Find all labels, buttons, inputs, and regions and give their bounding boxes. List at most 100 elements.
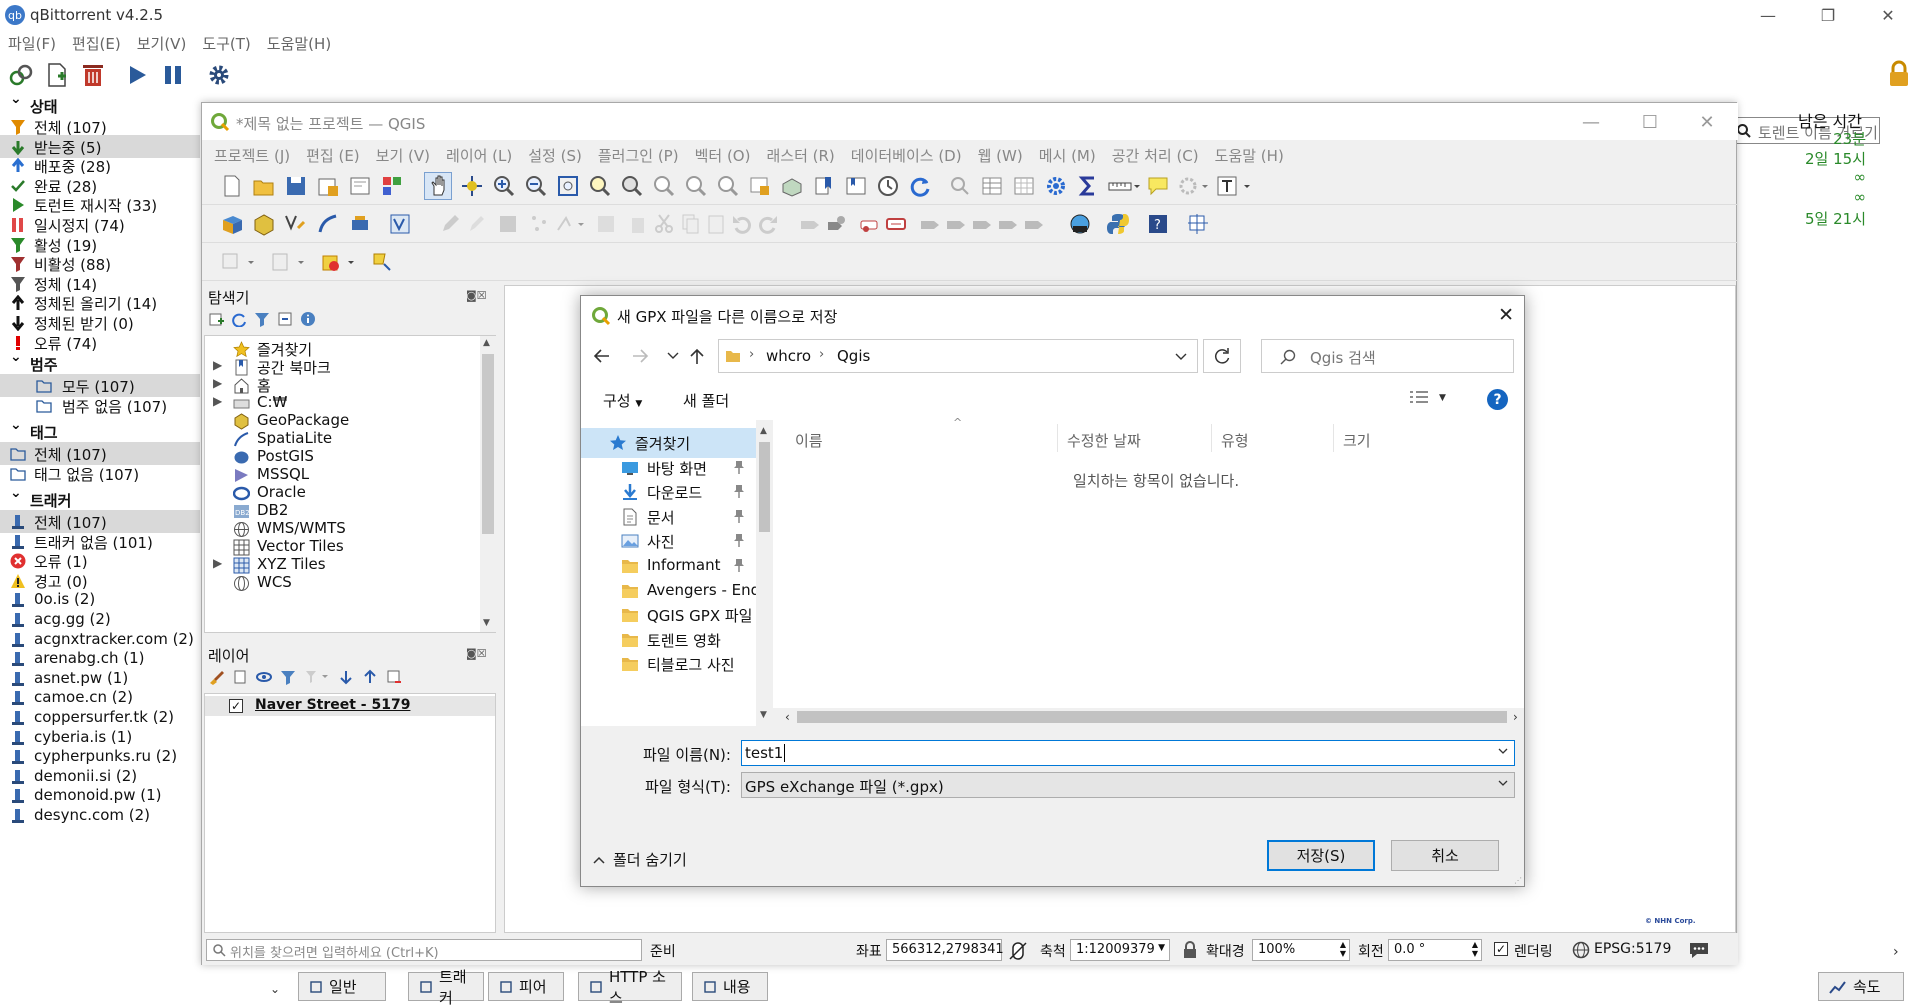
refresh-icon[interactable] [908,174,932,198]
bottom-tab-http[interactable]: HTTP 소스 [578,968,682,1007]
settings-gear-icon[interactable] [206,62,232,88]
collapse-all-icon[interactable] [277,311,293,327]
deselect-features-icon[interactable] [320,250,354,274]
qgis-menu-item[interactable]: 벡터 (O) [687,143,759,167]
layers-panel-float-close[interactable]: ◙☒ [466,647,487,660]
coordinate-field[interactable]: 566312,2798341 [886,939,1004,961]
coordinate-toggle-mouse-icon[interactable] [1008,941,1028,961]
scroll-right-arrow[interactable]: › [1893,944,1899,960]
nav-item[interactable]: 티블로그 사진 [581,649,756,679]
tag-item[interactable]: 태그 없음 (107) [0,462,200,485]
pin-labels-icon[interactable] [918,212,942,236]
qgis-minimize-button[interactable]: — [1566,107,1616,137]
address-dropdown-chevron-icon[interactable] [1175,352,1187,362]
vertex-tool-icon[interactable] [554,212,584,236]
resume-icon[interactable] [124,62,150,88]
zoom-native-icon[interactable] [652,174,676,198]
zoom-next-icon[interactable] [716,174,740,198]
pan-map-icon[interactable] [424,172,452,200]
copy-features-icon[interactable] [678,212,702,236]
highlight-pinned-labels-icon[interactable] [884,212,908,236]
help-icon[interactable]: ? [1487,389,1508,410]
resize-grip[interactable]: ⋰ [1514,876,1522,885]
temporal-controller-icon[interactable] [876,174,900,198]
bottom-tab-peer[interactable]: 피어 [488,972,564,1001]
qgis-menu-item[interactable]: 편집 (E) [298,143,368,167]
organize-menu[interactable]: 구성 ▼ [603,390,642,411]
spatial-bookmark-icon[interactable] [812,174,836,198]
hide-folders-toggle[interactable]: 폴더 숨기기 [593,849,687,870]
lock-scale-icon[interactable] [1182,941,1198,959]
qgis-close-button[interactable]: ✕ [1682,107,1732,137]
up-arrow-icon[interactable] [689,347,705,365]
open-project-icon[interactable] [252,174,276,198]
statistics-sigma-icon[interactable] [1076,174,1100,198]
cut-features-icon[interactable] [652,212,676,236]
view-options[interactable]: ▼ [1409,390,1446,406]
save-project-icon[interactable] [284,174,308,198]
qgis-menu-item[interactable]: 레이어 (L) [438,143,520,167]
filetype-select[interactable]: GPS eXchange 파일 (*.gpx) [741,772,1515,798]
field-calculator-icon[interactable] [1012,174,1036,198]
help-contents-icon[interactable]: ? [1146,212,1170,236]
status-filter-item[interactable]: 오류 (74) [0,331,200,354]
add-feature-icon[interactable] [528,212,552,236]
category-header[interactable]: 범주 [10,349,58,375]
tracker-header[interactable]: 트래커 [10,485,71,511]
new-project-icon[interactable] [220,174,244,198]
attribute-table-icon[interactable] [980,174,1004,198]
identify-features-icon[interactable] [948,174,972,198]
filter-by-expression-icon[interactable] [304,669,330,685]
new-shapefile-layer-icon[interactable] [284,212,308,236]
forward-arrow-icon[interactable] [631,347,649,365]
render-checkbox[interactable]: ✓ [1494,942,1508,956]
breadcrumb-whcro[interactable]: whcro [766,347,811,365]
zoom-in-icon[interactable] [492,174,516,198]
data-source-manager-icon[interactable] [220,212,244,236]
toggle-editing-icon[interactable] [464,212,488,236]
print-layout-icon[interactable] [348,174,372,198]
filename-input[interactable]: test1 [741,740,1515,766]
toolbox-gear-icon[interactable] [1044,174,1068,198]
browser-panel-float-close[interactable]: ◙☒ [466,289,487,302]
category-item[interactable]: 범주 없음 (107) [0,394,200,417]
address-bar[interactable]: › whcro › Qgis [718,339,1198,373]
capture-coordinate-icon[interactable] [1186,212,1210,236]
navigation-pane-scrollbar[interactable]: ▲ ▼ [756,420,773,726]
delete-torrent-icon[interactable] [80,62,106,88]
zoom-to-layer-icon[interactable] [620,174,644,198]
tracker-item[interactable]: desync.com (2) [0,804,200,827]
plugin-globe-icon[interactable] [1068,212,1092,236]
zoom-to-selection-icon[interactable] [588,174,612,198]
expand-arrow-icon[interactable]: ▶ [213,556,222,570]
recent-locations-chevron-icon[interactable] [667,351,679,361]
bottom-tab-info[interactable]: 일반 [298,972,386,1001]
restore-button[interactable]: ❐ [1800,0,1856,30]
column-type[interactable]: 유형 [1221,430,1249,451]
expand-arrow-icon[interactable]: ▶ [213,376,222,390]
column-date-modified[interactable]: 수정한 날짜 [1067,430,1141,451]
layer-visibility-checkbox[interactable]: ✓ [229,699,243,713]
rotate-label-icon[interactable] [996,212,1020,236]
zoom-full-icon[interactable] [556,174,580,198]
save-layer-edits-icon[interactable] [496,212,520,236]
show-hide-labels-icon[interactable] [944,212,968,236]
minimize-button[interactable]: — [1740,0,1796,30]
style-paint-icon[interactable] [208,669,224,685]
browser-info-icon[interactable] [300,311,316,327]
add-torrent-link-icon[interactable] [8,62,34,88]
expand-arrow-icon[interactable]: ▶ [213,394,222,408]
qb-menu-item[interactable]: 도구(T) [194,30,258,54]
diagram-options-icon[interactable] [858,212,882,236]
bottom-tab-tracker[interactable]: 트래커 [408,968,484,1007]
tag-header[interactable]: 태그 [10,417,58,443]
zoom-out-icon[interactable] [524,174,548,198]
undo-icon[interactable] [730,212,754,236]
map-tips-icon[interactable] [1146,174,1170,198]
file-list-horizontal-scrollbar[interactable]: ‹ › [773,708,1524,726]
filename-dropdown-chevron-icon[interactable] [1498,746,1508,756]
lock-icon[interactable] [1886,60,1912,86]
select-features-icon[interactable] [220,250,254,274]
bottom-tab-content[interactable]: 내용 [692,972,768,1001]
new-geopackage-layer-icon[interactable] [252,212,276,236]
